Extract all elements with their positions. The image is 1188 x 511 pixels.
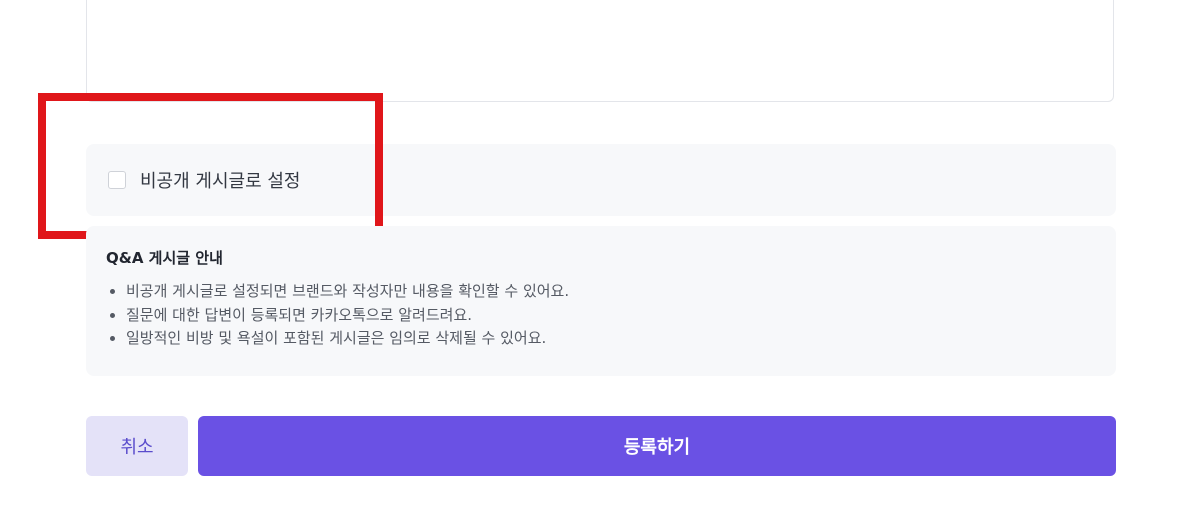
- cancel-button[interactable]: 취소: [86, 416, 188, 476]
- notice-title: Q&A 게시글 안내: [106, 249, 223, 267]
- qna-write-form: 비공개 게시글로 설정 Q&A 게시글 안내 비공개 게시글로 설정되면 브랜드…: [0, 0, 1188, 511]
- private-post-label[interactable]: 비공개 게시글로 설정: [140, 167, 300, 193]
- qna-notice-box: Q&A 게시글 안내 비공개 게시글로 설정되면 브랜드와 작성자만 내용을 확…: [86, 226, 1116, 376]
- private-post-checkbox[interactable]: [108, 171, 126, 189]
- notice-item: 질문에 대한 답변이 등록되면 카카오톡으로 알려드려요.: [126, 304, 1096, 328]
- content-textarea[interactable]: [86, 0, 1114, 102]
- submit-button[interactable]: 등록하기: [198, 416, 1116, 476]
- notice-item: 비공개 게시글로 설정되면 브랜드와 작성자만 내용을 확인할 수 있어요.: [126, 280, 1096, 304]
- notice-item: 일방적인 비방 및 욕설이 포함된 게시글은 임의로 삭제될 수 있어요.: [126, 327, 1096, 351]
- notice-list: 비공개 게시글로 설정되면 브랜드와 작성자만 내용을 확인할 수 있어요. 질…: [106, 280, 1096, 351]
- private-post-option[interactable]: 비공개 게시글로 설정: [86, 144, 1116, 216]
